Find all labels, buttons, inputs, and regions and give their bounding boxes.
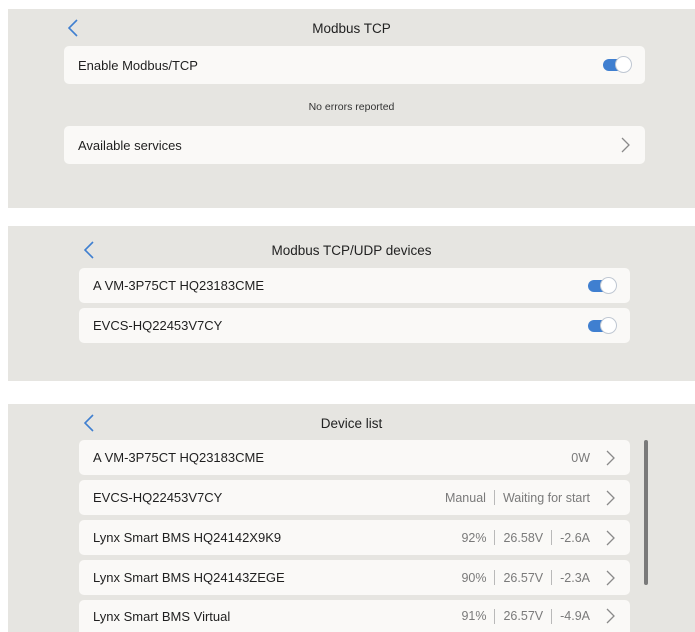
status-value: Waiting for start: [502, 490, 590, 505]
soc-value: 92%: [461, 530, 487, 545]
chevron-right-icon: [604, 530, 616, 546]
modbus-devices-panel: Modbus TCP/UDP devices A VM-3P75CT HQ231…: [8, 226, 695, 381]
device-list-item[interactable]: Lynx Smart BMS HQ24142X9K9 92% 26.58V -2…: [79, 520, 630, 555]
chevron-right-icon: [604, 490, 616, 506]
device-list-item[interactable]: Lynx Smart BMS Virtual 91% 26.57V -4.9A: [79, 600, 630, 632]
power-value: 0W: [571, 450, 590, 465]
current-value: -2.3A: [560, 570, 590, 585]
enable-modbus-tcp-row[interactable]: Enable Modbus/TCP: [64, 46, 645, 84]
device-row[interactable]: A VM-3P75CT HQ23183CME: [79, 268, 630, 303]
toggle-knob: [616, 57, 631, 72]
current-value: -4.9A: [560, 609, 590, 623]
device-row[interactable]: EVCS-HQ22453V7CY: [79, 308, 630, 343]
current-value: -2.6A: [560, 530, 590, 545]
available-services-label: Available services: [78, 137, 182, 153]
device-values: 90% 26.57V -2.3A: [461, 570, 590, 585]
device-name: Lynx Smart BMS HQ24142X9K9: [93, 530, 282, 545]
value-divider: [551, 608, 553, 624]
device-values: 0W: [571, 451, 590, 465]
value-divider: [551, 530, 553, 545]
device-label: EVCS-HQ22453V7CY: [93, 318, 223, 333]
device-toggle[interactable]: [588, 317, 616, 333]
device-list-item[interactable]: Lynx Smart BMS HQ24143ZEGE 90% 26.57V -2…: [79, 560, 630, 595]
available-services-row[interactable]: Available services: [64, 126, 645, 164]
page-title: Modbus TCP/UDP devices: [271, 243, 432, 258]
soc-value: 91%: [461, 609, 487, 623]
device-name: Lynx Smart BMS HQ24143ZEGE: [93, 570, 285, 585]
device-name: EVCS-HQ22453V7CY: [93, 490, 223, 505]
device-list-panel: Device list A VM-3P75CT HQ23183CME 0W EV…: [8, 404, 695, 632]
voltage-value: 26.58V: [503, 530, 544, 545]
voltage-value: 26.57V: [503, 570, 544, 585]
chevron-right-icon: [604, 608, 616, 624]
device-name: Lynx Smart BMS Virtual: [93, 608, 231, 624]
device-label: A VM-3P75CT HQ23183CME: [93, 278, 264, 293]
page-title: Device list: [320, 416, 383, 431]
page-title: Modbus TCP: [312, 21, 391, 36]
voltage-value: 26.57V: [503, 609, 544, 623]
value-divider: [493, 490, 495, 505]
chevron-right-icon: [604, 570, 616, 586]
device-list-item[interactable]: EVCS-HQ22453V7CY Manual Waiting for star…: [79, 480, 630, 515]
device-values: 92% 26.58V -2.6A: [461, 530, 590, 545]
status-message: No errors reported: [308, 101, 395, 113]
chevron-right-icon: [604, 450, 616, 466]
device-list-item[interactable]: A VM-3P75CT HQ23183CME 0W: [79, 440, 630, 475]
device-values: Manual Waiting for start: [445, 490, 590, 505]
toggle-knob: [601, 317, 616, 333]
mode-value: Manual: [444, 490, 486, 505]
device-values: 91% 26.57V -4.9A: [461, 608, 590, 624]
scrollbar-thumb[interactable]: [644, 440, 648, 585]
toggle-knob: [601, 277, 616, 293]
modbus-tcp-panel: Modbus TCP Enable Modbus/TCP No errors r…: [8, 9, 695, 208]
device-toggle[interactable]: [588, 277, 616, 293]
enable-modbus-tcp-toggle[interactable]: [603, 57, 631, 72]
value-divider: [494, 570, 496, 585]
enable-modbus-tcp-label: Enable Modbus/TCP: [78, 57, 198, 73]
chevron-right-icon: [619, 137, 631, 153]
value-divider: [494, 608, 496, 624]
value-divider: [494, 530, 496, 545]
device-name: A VM-3P75CT HQ23183CME: [93, 450, 264, 465]
value-divider: [551, 570, 553, 585]
soc-value: 90%: [461, 570, 487, 585]
